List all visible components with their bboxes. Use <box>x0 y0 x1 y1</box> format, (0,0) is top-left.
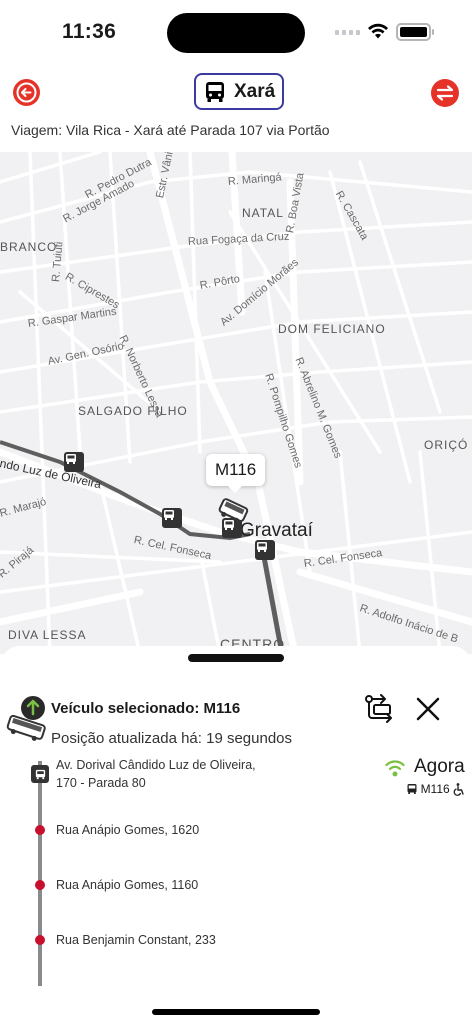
vehicle-icon <box>6 696 46 741</box>
stop-list-item[interactable]: Rua Anápio Gomes, 1160 <box>56 876 198 894</box>
route-icon[interactable] <box>361 693 395 725</box>
arrival-vehicle-id: M116 <box>420 782 450 796</box>
bus-icon <box>407 784 417 794</box>
district-label: BRANCO <box>0 240 58 254</box>
bus-icon <box>206 81 224 102</box>
wifi-icon <box>368 23 388 39</box>
bus-stop-marker[interactable] <box>255 540 275 560</box>
map-view[interactable]: R. Pedro Dutra R. Jorge Amado Estr. Vâni… <box>0 152 472 654</box>
dynamic-island <box>167 13 305 53</box>
stop-name-line2: 170 - Parada 80 <box>56 776 146 790</box>
stop-list-item[interactable]: Rua Anápio Gomes, 1620 <box>56 821 199 839</box>
stop-dot <box>35 825 45 835</box>
live-signal-icon <box>385 760 405 777</box>
stop-dot <box>35 935 45 945</box>
line-title: Xará <box>234 80 276 102</box>
arrival-time: Agora <box>414 756 465 777</box>
back-button[interactable] <box>13 79 40 106</box>
vehicle-callout[interactable]: M116 <box>206 454 266 493</box>
bus-stop-marker[interactable] <box>162 508 182 528</box>
header: Xará Viagem: Vila Rica - Xará até Parada… <box>0 66 472 152</box>
bus-stop-icon <box>35 769 45 779</box>
map-vehicle-icon[interactable] <box>216 496 250 526</box>
back-arrow-icon <box>16 82 37 103</box>
district-label: ORIÇÓ <box>424 438 469 452</box>
bus-stop-marker[interactable] <box>64 452 84 472</box>
bus-stop-icon <box>164 510 174 520</box>
trip-description: Viagem: Vila Rica - Xará até Parada 107 … <box>11 122 330 138</box>
selected-vehicle-title: Veículo selecionado: M116 <box>51 700 241 717</box>
stop-list-item[interactable]: Av. Dorival Cândido Luz de Oliveira, 170… <box>56 756 256 792</box>
arrival-info: Agora M116 <box>384 756 465 796</box>
close-icon[interactable] <box>414 695 442 723</box>
home-indicator[interactable] <box>152 1009 320 1015</box>
sheet-grabber[interactable] <box>188 654 284 662</box>
swap-direction-icon <box>436 85 454 101</box>
position-updated-text: Posição atualizada há: 19 segundos <box>51 730 293 747</box>
route-timeline <box>38 761 42 986</box>
current-stop-marker <box>31 765 49 783</box>
district-label: SALGADO FILHO <box>78 404 188 418</box>
city-label: Gravataí <box>240 520 313 541</box>
bus-stop-icon <box>257 542 267 552</box>
vehicle-details-sheet: Veículo selecionado: M116 Posição atuali… <box>0 646 472 986</box>
cellular-signal-icon <box>335 30 360 35</box>
wheelchair-icon <box>453 782 464 796</box>
district-label: NATAL <box>242 206 284 220</box>
stop-name: Av. Dorival Cândido Luz de Oliveira, <box>56 758 256 772</box>
stop-list-item[interactable]: Rua Benjamin Constant, 233 <box>56 931 216 949</box>
bus-stop-icon <box>66 454 76 464</box>
battery-icon <box>396 23 434 41</box>
stop-dot <box>35 880 45 890</box>
bottom-safe-area <box>0 986 472 1024</box>
status-time: 11:36 <box>62 20 117 43</box>
swap-direction-button[interactable] <box>431 79 459 107</box>
line-selector-button[interactable]: Xará <box>194 73 285 110</box>
district-label: DIVA LESSA <box>8 628 87 642</box>
map-streets <box>0 152 472 654</box>
status-bar: 11:36 <box>0 0 472 66</box>
district-label: DOM FELICIANO <box>278 322 386 336</box>
